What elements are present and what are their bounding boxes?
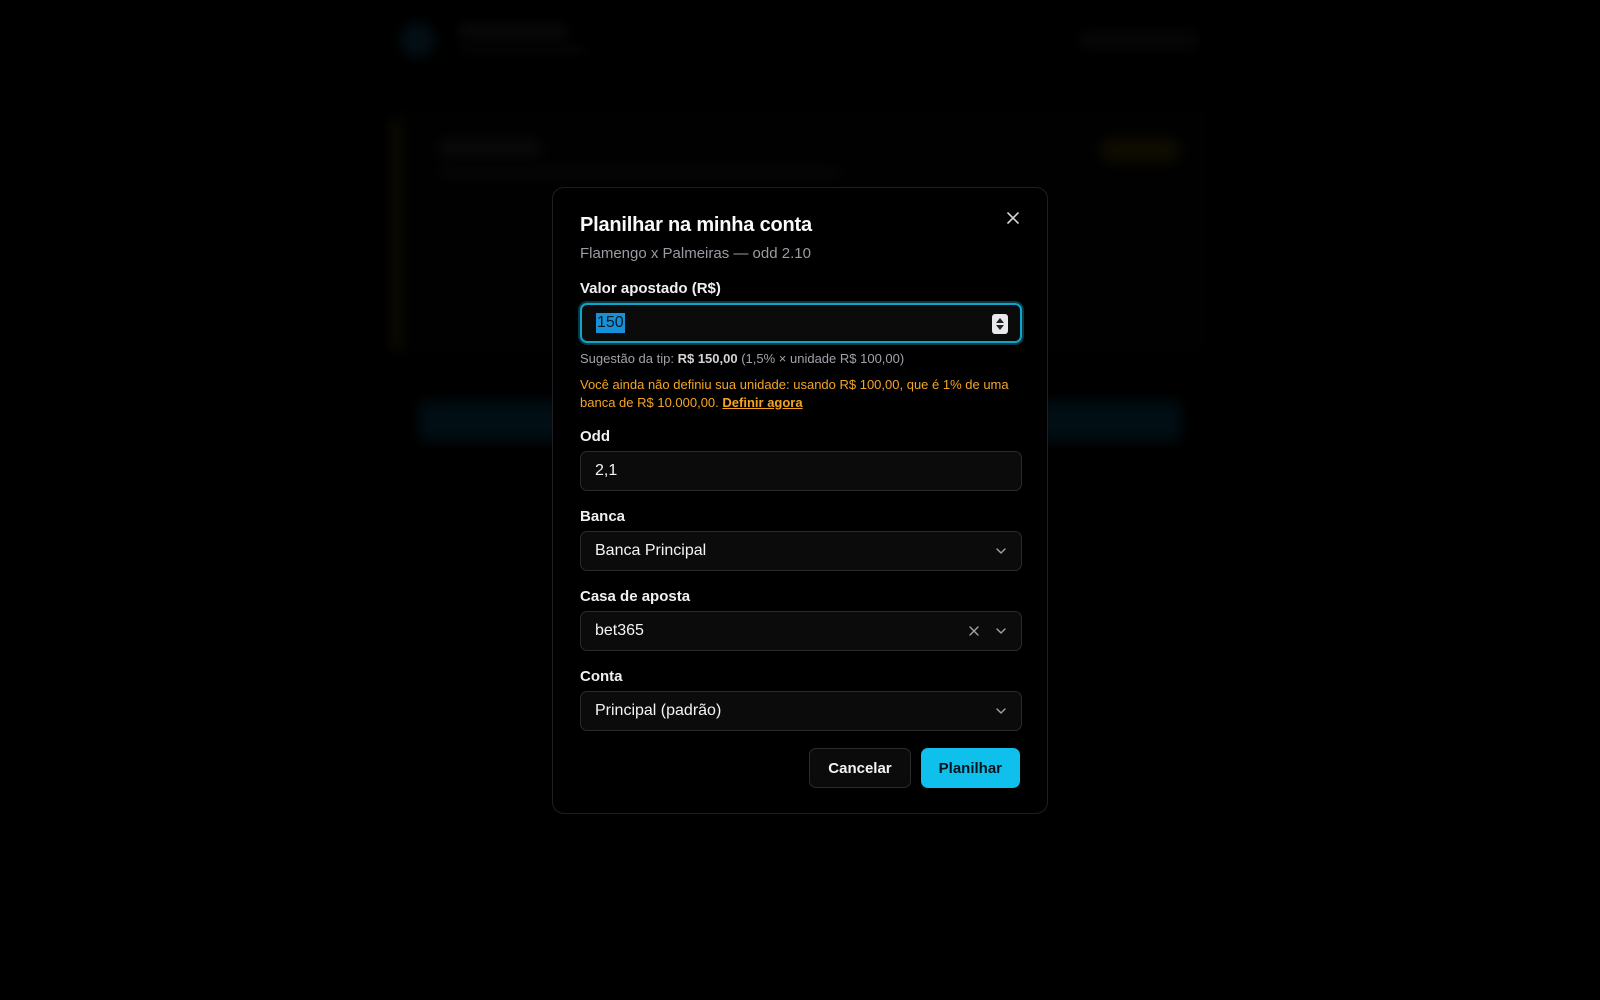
suggestion-prefix: Sugestão da tip: [580, 351, 674, 366]
bank-value: Banca Principal [595, 542, 707, 559]
clear-icon[interactable] [967, 624, 981, 638]
odd-value: 2,1 [595, 462, 618, 479]
account-value: Principal (padrão) [595, 702, 722, 719]
close-icon [1007, 212, 1019, 224]
bank-select[interactable]: Banca Principal [580, 531, 1022, 571]
define-unit-link[interactable]: Definir agora [722, 395, 802, 410]
bank-field-group: Banca Banca Principal [580, 508, 1022, 571]
dialog-title: Planilhar na minha conta [580, 214, 812, 236]
odd-input[interactable]: 2,1 [580, 451, 1022, 491]
suggestion-amount: R$ 150,00 [677, 351, 738, 366]
stake-label: Valor apostado (R$) [580, 280, 721, 297]
stake-stepper[interactable] [992, 314, 1008, 334]
stake-field-group: Valor apostado (R$) 150 Sugestão da tip:… [580, 280, 1022, 412]
stepper-up-icon[interactable] [996, 318, 1004, 323]
bookmaker-field-group: Casa de aposta bet365 [580, 588, 1022, 651]
stake-suggestion: Sugestão da tip: R$ 150,00 (1,5% × unida… [580, 351, 1020, 366]
bookmaker-label: Casa de aposta [580, 588, 691, 605]
bank-label: Banca [580, 508, 626, 525]
dialog-actions: Cancelar Planilhar [809, 748, 1020, 788]
stake-value: 150 [596, 313, 625, 333]
stake-input[interactable]: 150 [580, 303, 1022, 343]
dialog-subtitle: Flamengo x Palmeiras — odd 2.10 [580, 245, 811, 262]
chevron-down-icon [996, 548, 1006, 554]
odd-field-group: Odd 2,1 [580, 428, 1022, 491]
unit-warning: Você ainda não definiu sua unidade: usan… [580, 376, 1020, 412]
account-select[interactable]: Principal (padrão) [580, 691, 1022, 731]
bookmaker-select[interactable]: bet365 [580, 611, 1022, 651]
cancel-button[interactable]: Cancelar [809, 748, 911, 788]
close-button[interactable] [1001, 206, 1025, 230]
chevron-down-icon [996, 628, 1006, 634]
stepper-down-icon[interactable] [996, 325, 1004, 330]
odd-label: Odd [580, 428, 610, 445]
planilhar-button[interactable]: Planilhar [920, 748, 1020, 788]
account-field-group: Conta Principal (padrão) [580, 668, 1022, 731]
bookmaker-value: bet365 [595, 622, 644, 639]
planilhar-dialog: Planilhar na minha conta Flamengo x Palm… [552, 187, 1048, 814]
suggestion-detail: (1,5% × unidade R$ 100,00) [741, 351, 905, 366]
chevron-down-icon [996, 708, 1006, 714]
account-label: Conta [580, 668, 623, 685]
